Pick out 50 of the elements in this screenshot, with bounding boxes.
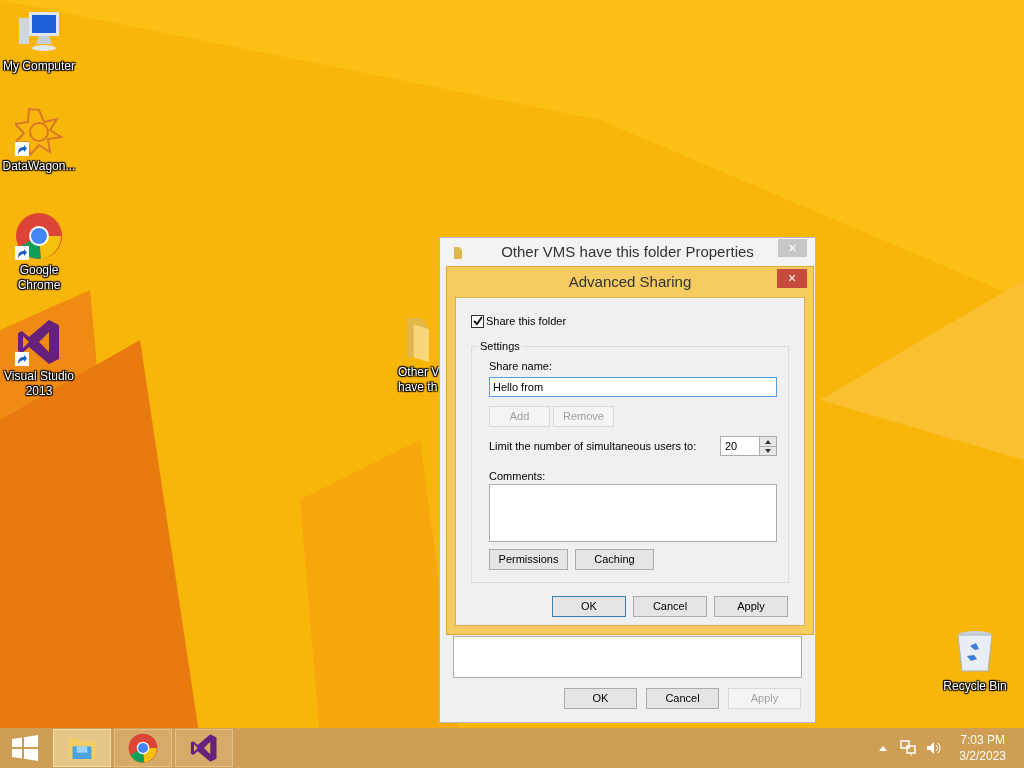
chrome-taskbar-button[interactable]: [114, 729, 172, 767]
permissions-button[interactable]: Permissions: [489, 549, 568, 570]
field-label: Limit the number of simultaneous users to:: [489, 438, 697, 454]
apply-button[interactable]: Apply: [714, 596, 788, 617]
ok-button[interactable]: OK: [552, 596, 626, 617]
share-name-field[interactable]: Hello from: [489, 377, 777, 397]
spin-down-icon[interactable]: [760, 446, 776, 455]
close-button[interactable]: ×: [778, 239, 807, 257]
checkbox[interactable]: [471, 314, 484, 328]
windows-logo-icon: [12, 735, 38, 761]
close-button[interactable]: ×: [777, 269, 807, 288]
folder-icon: [406, 318, 430, 362]
file-explorer-taskbar-button[interactable]: [53, 729, 111, 767]
desktop-icon-label[interactable]: Other V: [398, 365, 440, 380]
desktop-icon-label[interactable]: Chrome: [17, 278, 61, 293]
dialog-title: Advanced Sharing: [568, 271, 692, 292]
folder-icon: [68, 737, 96, 759]
chrome-icon: [15, 212, 63, 260]
field-label: Comments:: [489, 469, 547, 483]
user-limit-field[interactable]: 20: [720, 436, 760, 456]
desktop-icon-label[interactable]: Google: [19, 263, 59, 278]
desktop-icon-label[interactable]: My Computer: [3, 59, 75, 74]
shortcut-arrow-icon: [15, 352, 29, 366]
clock-time[interactable]: 7:03 PM: [960, 732, 1005, 748]
checkbox-label[interactable]: Share this folder: [486, 312, 567, 330]
desktop-icon-label[interactable]: 2013: [25, 384, 53, 399]
window-title: Other VMS have this folder Properties: [501, 241, 754, 262]
caching-button[interactable]: Caching: [575, 549, 654, 570]
cancel-button[interactable]: Cancel: [646, 688, 719, 709]
group-title: Settings: [478, 339, 522, 353]
star-logo-icon: [15, 108, 63, 156]
visual-studio-icon: [189, 733, 219, 763]
desktop-icon-label[interactable]: Recycle Bin: [943, 679, 1007, 694]
field-label: Share name:: [489, 359, 553, 373]
desktop-icon-label[interactable]: Visual Studio: [4, 369, 74, 384]
cancel-button[interactable]: Cancel: [633, 596, 707, 617]
show-hidden-icons-icon[interactable]: [879, 745, 888, 751]
volume-icon[interactable]: [926, 740, 943, 756]
visual-studio-taskbar-button[interactable]: [175, 729, 233, 767]
folder-icon: [452, 245, 464, 259]
chrome-icon: [128, 733, 158, 763]
desktop-icon-label[interactable]: DataWagon...: [2, 159, 76, 174]
shortcut-arrow-icon: [15, 142, 29, 156]
desktop-icon-label[interactable]: have th: [398, 380, 438, 395]
shortcut-arrow-icon: [15, 246, 29, 260]
network-icon[interactable]: [900, 740, 917, 756]
comments-field[interactable]: [489, 484, 777, 542]
ok-button[interactable]: OK: [564, 688, 637, 709]
clock-date[interactable]: 3/2/2023: [959, 748, 1006, 764]
check-icon: [472, 316, 483, 326]
